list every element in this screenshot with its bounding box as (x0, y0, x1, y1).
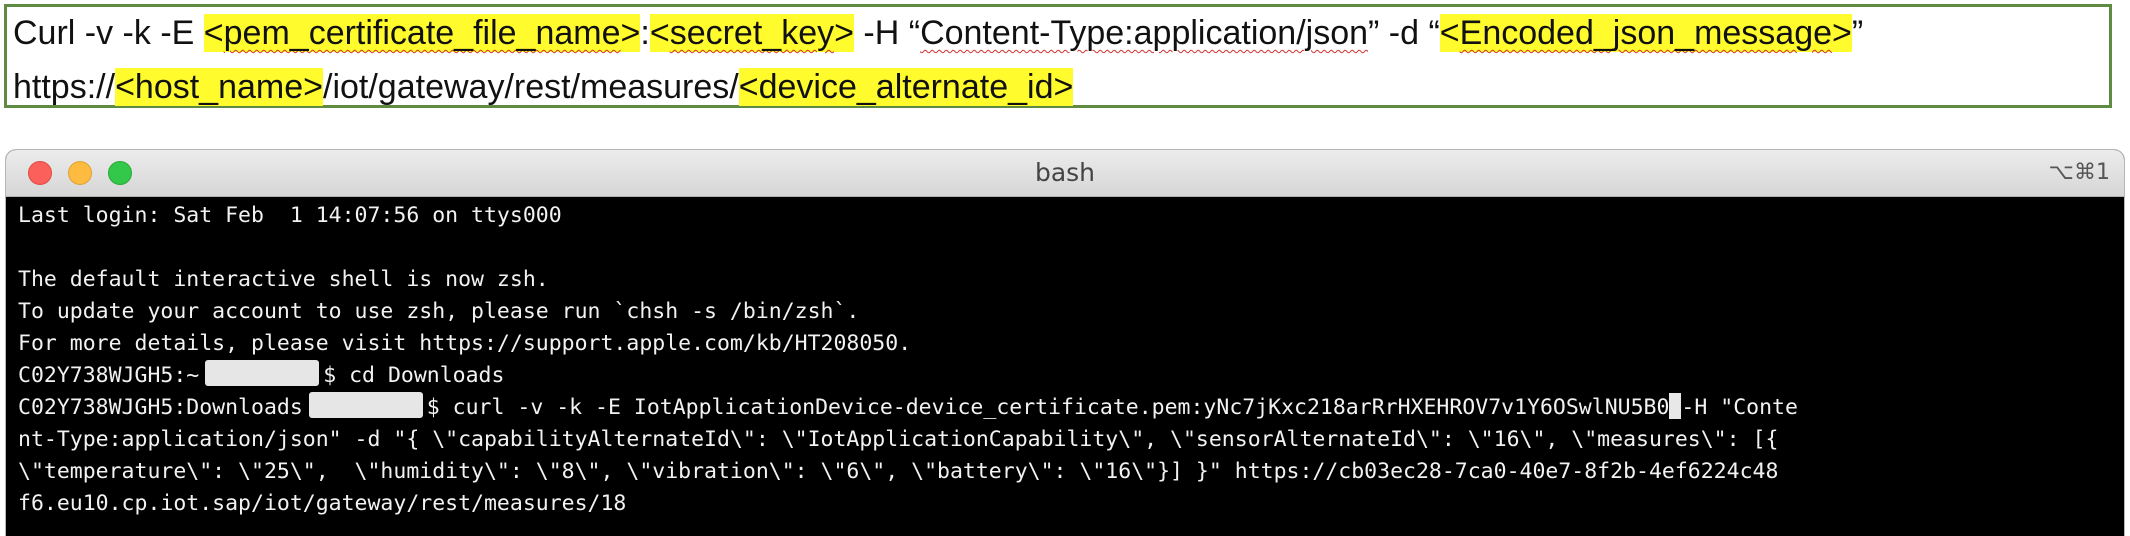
curl-syntax-segment: ” -d “ (1368, 14, 1440, 52)
prompt-command: $ cd Downloads (323, 363, 505, 388)
curl-url-segment: /iot/gateway/rest/measures/ (323, 68, 739, 106)
curl-syntax-segment: > (620, 14, 641, 52)
prompt-command: $ curl -v -k -E IotApplicationDevice-dev… (426, 395, 1670, 420)
text-cursor (1669, 393, 1682, 419)
terminal-line-more-details: For more details, please visit https://s… (18, 331, 912, 356)
prompt-host: C02Y738WJGH5:~ (18, 363, 200, 388)
terminal-title: bash (1034, 158, 1096, 187)
curl-syntax-segment: secret_key (669, 14, 835, 52)
prompt-host: C02Y738WJGH5:Downloads (18, 395, 303, 420)
curl-syntax-segment: ” (1851, 14, 1864, 52)
terminal-titlebar[interactable]: bash ⌥⌘1 (6, 150, 2124, 197)
terminal-line-prompt-2: C02Y738WJGH5:Downloads $ curl -v -k -E Io… (18, 392, 2120, 424)
terminal-line-wrap-3: f6.eu10.cp.iot.sap/iot/gateway/rest/meas… (18, 491, 627, 516)
curl-syntax-segment: -H “ (853, 14, 921, 52)
terminal-line-last-login: Last login: Sat Feb 1 14:07:56 on ttys00… (18, 203, 562, 228)
curl-syntax-segment: < (203, 14, 224, 52)
curl-syntax-segment: Encoded_json_message (1459, 14, 1833, 52)
terminal-window[interactable]: bash ⌥⌘1 Last login: Sat Feb 1 14:07:56 … (6, 150, 2124, 536)
terminal-line-prompt-1: C02Y738WJGH5:~ $ cd Downloads (18, 360, 2120, 392)
terminal-line-default-shell: The default interactive shell is now zsh… (18, 267, 549, 292)
curl-url-segment: https:// (13, 68, 116, 106)
curl-syntax-segment: > (1832, 14, 1852, 52)
curl-syntax-segment: : (640, 14, 650, 52)
curl-syntax-segment: Curl -v -k -E (13, 14, 204, 52)
prompt-command-continued: -H "Conte (1681, 395, 1798, 420)
curl-syntax-segment: < (649, 14, 670, 52)
terminal-line-update-account: To update your account to use zsh, pleas… (18, 299, 860, 324)
curl-syntax-segment: Content-Type:application/json (920, 14, 1369, 52)
curl-url-segment: <device_alternate_id> (738, 68, 1074, 106)
curl-url-segment: <host_name> (115, 68, 323, 106)
redacted-username (205, 360, 320, 386)
curl-syntax-segment: pem_certificate_file_name (223, 14, 621, 52)
terminal-output[interactable]: Last login: Sat Feb 1 14:07:56 on ttys00… (18, 200, 2120, 536)
redacted-username (308, 392, 423, 418)
curl-syntax-box: Curl -v -k -E <pem_certificate_file_name… (4, 4, 2112, 108)
curl-syntax-line-2: https://<host_name>/iot/gateway/rest/mea… (13, 65, 1074, 109)
curl-syntax-line-1: Curl -v -k -E <pem_certificate_file_name… (13, 11, 1863, 55)
terminal-line-wrap-2: \"temperature\": \"25\", \"humidity\": \… (18, 459, 1779, 484)
curl-syntax-segment: < (1439, 14, 1460, 52)
window-shortcut-label: ⌥⌘1 (2048, 160, 2110, 185)
curl-syntax-segment: > (834, 14, 854, 52)
terminal-line-wrap-1: nt-Type:application/json" -d "{ \"capabi… (18, 427, 1779, 452)
